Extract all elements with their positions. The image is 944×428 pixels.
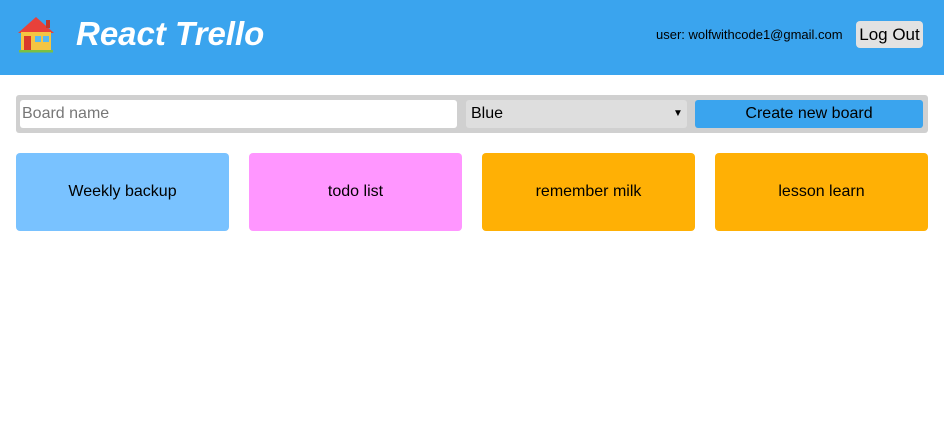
- create-board-button[interactable]: Create new board: [695, 100, 923, 128]
- color-select-value: Blue: [471, 105, 504, 122]
- board-name-input[interactable]: [20, 100, 457, 128]
- board-title: todo list: [327, 183, 384, 200]
- board-card[interactable]: lesson learn: [715, 153, 928, 231]
- caret-down-icon: ▼: [673, 108, 683, 119]
- app-header: React Trello user: wolfwithcode1@gmail.c…: [0, 0, 944, 75]
- create-board-bar: Blue ▼ Create new board: [16, 95, 928, 133]
- board-title: Weekly backup: [68, 183, 177, 200]
- board-title: remember milk: [535, 183, 642, 200]
- app-title: React Trello: [76, 15, 265, 52]
- board-card[interactable]: todo list: [249, 153, 462, 231]
- user-email: user: wolfwithcode1@gmail.com: [656, 27, 843, 42]
- house-icon: [18, 17, 54, 53]
- board-card[interactable]: remember milk: [482, 153, 695, 231]
- board-list: Weekly backup todo list remember milk le…: [16, 153, 928, 231]
- board-title: lesson learn: [778, 183, 865, 200]
- board-card[interactable]: Weekly backup: [16, 153, 229, 231]
- logout-button[interactable]: Log Out: [856, 21, 923, 48]
- color-select[interactable]: Blue ▼: [466, 100, 687, 128]
